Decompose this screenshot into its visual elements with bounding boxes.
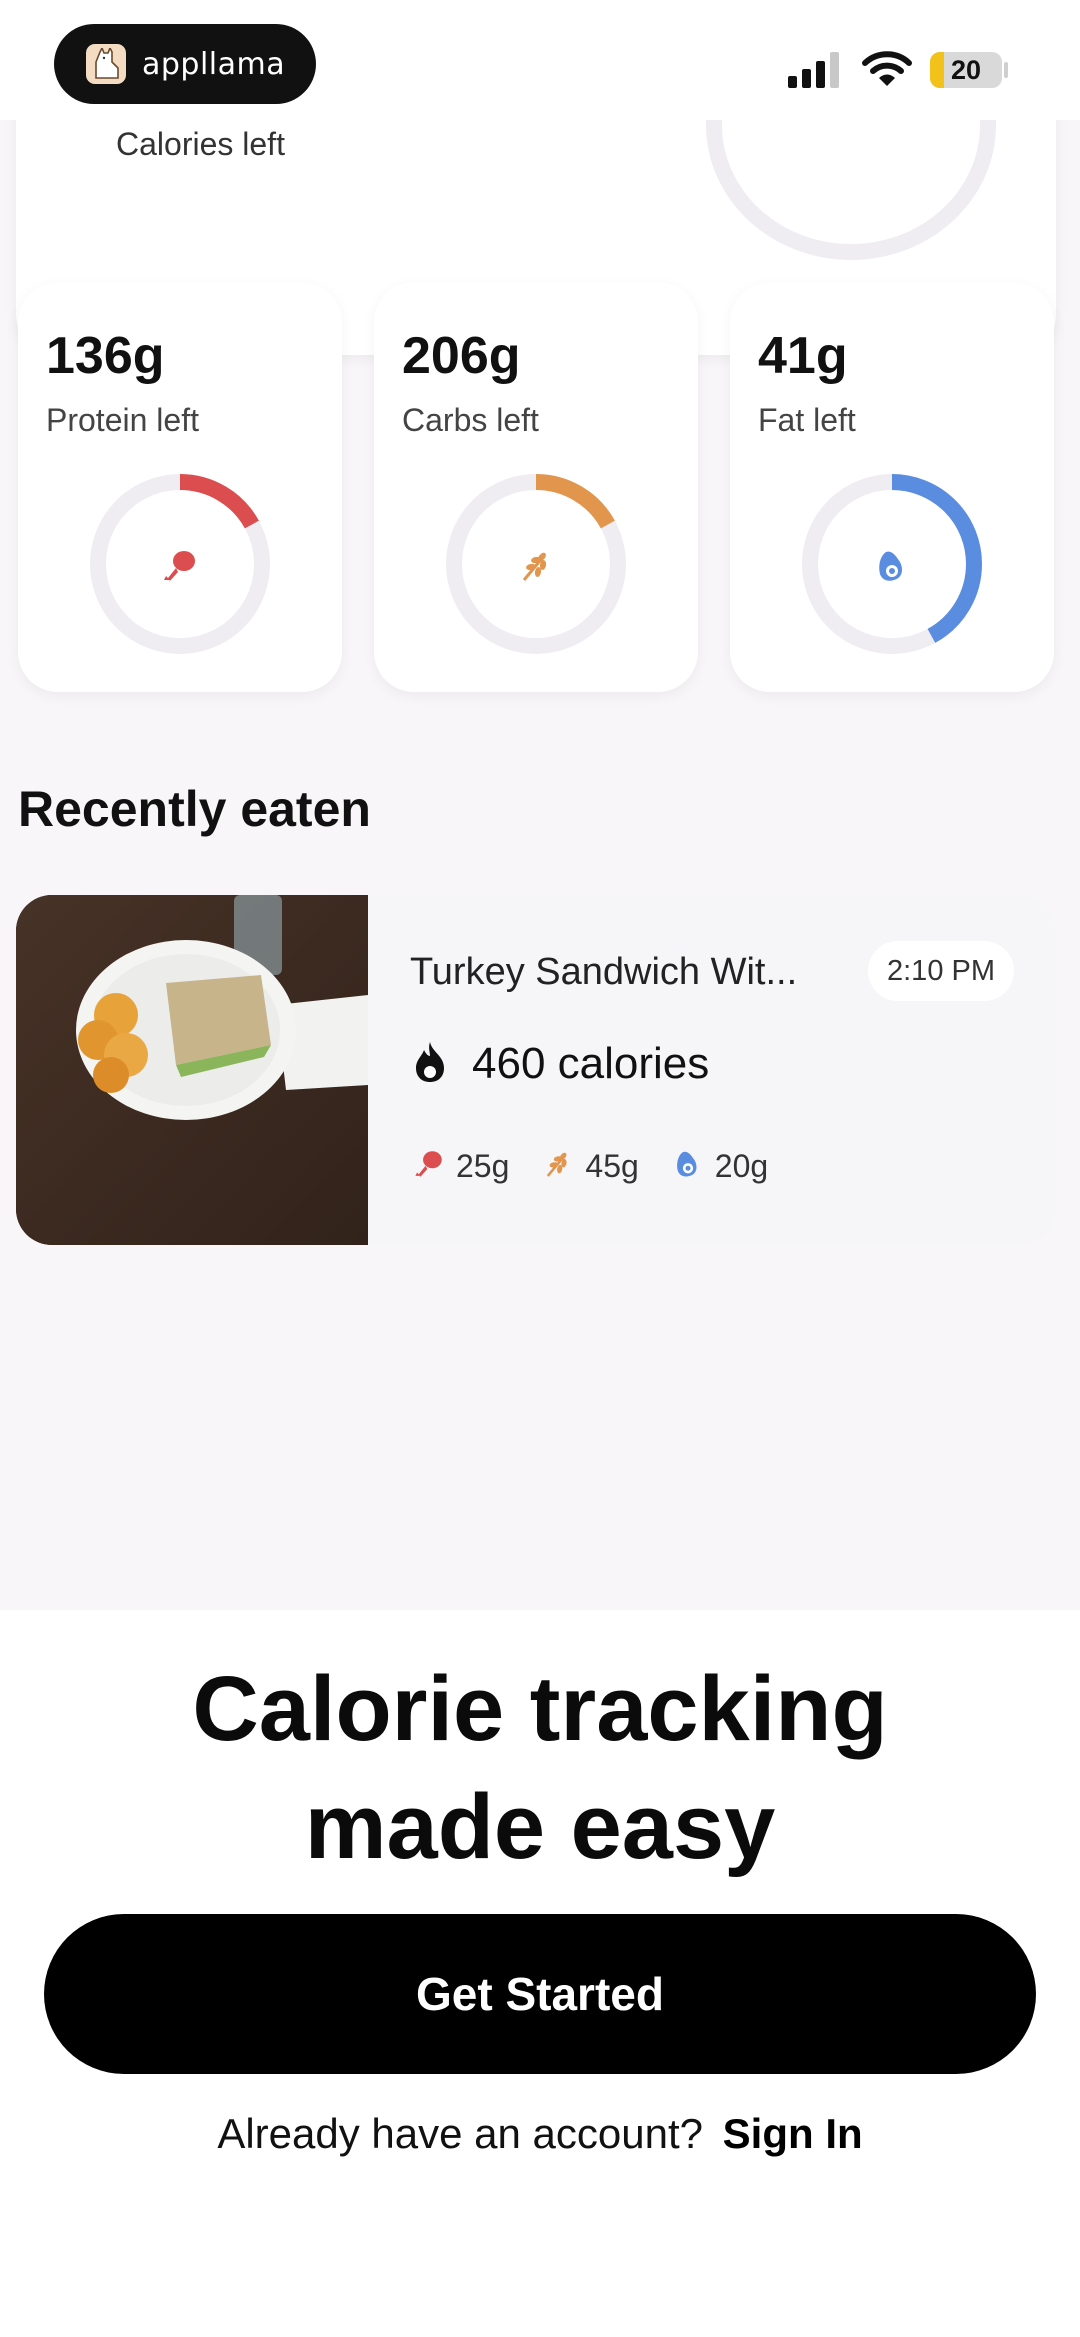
sign-in-link[interactable]: Sign In — [723, 2110, 863, 2157]
calorie-ring — [706, 120, 996, 260]
get-started-button[interactable]: Get Started — [44, 1914, 1036, 2074]
food-carbs: 45g — [541, 1147, 639, 1186]
battery-cap — [1004, 62, 1008, 78]
calories-row: 460 calories — [410, 1039, 709, 1089]
carbs-label: Carbs left — [402, 402, 539, 438]
headline: Calorie tracking made easy — [0, 1650, 1080, 1886]
food-protein: 25g — [412, 1147, 509, 1186]
app-preview: Calories left EN 136g Protein left — [0, 120, 1080, 1610]
fat-value: 41g — [758, 327, 848, 385]
food-photo — [16, 895, 368, 1245]
drumstick-icon — [412, 1147, 446, 1186]
calories-left-label: Calories left — [116, 126, 285, 162]
food-name: Turkey Sandwich Wit... — [410, 951, 798, 993]
food-carbs-value: 45g — [585, 1148, 639, 1184]
battery-level: 20 — [950, 54, 982, 85]
headline-line-1: Calorie tracking — [192, 1658, 888, 1760]
protein-label: Protein left — [46, 402, 199, 438]
fat-card: 41g Fat left — [730, 282, 1054, 692]
brand-name: appllama — [142, 46, 286, 82]
status-bar: appllama 20 — [0, 0, 1080, 120]
signal-icon — [788, 52, 839, 88]
calories-value: 460 calories — [472, 1039, 710, 1088]
fat-label: Fat left — [758, 402, 856, 438]
llama-logo-icon — [86, 44, 126, 84]
wheat-icon — [510, 540, 562, 592]
flame-icon — [410, 1040, 450, 1089]
avocado-icon — [866, 540, 918, 592]
brand-pill: appllama — [54, 24, 316, 104]
protein-card: 136g Protein left — [18, 282, 342, 692]
food-protein-value: 25g — [456, 1148, 510, 1184]
recently-eaten-title: Recently eaten — [18, 781, 371, 837]
protein-value: 136g — [46, 327, 165, 385]
signin-row: Already have an account? Sign In — [0, 2110, 1080, 2158]
battery-icon: 20 — [930, 52, 1002, 88]
food-entry-card[interactable]: Turkey Sandwich Wit... 2:10 PM 460 calor… — [16, 895, 1056, 1245]
drumstick-icon — [154, 540, 206, 592]
carbs-value: 206g — [402, 327, 521, 385]
signin-prompt: Already have an account? — [217, 2110, 703, 2157]
food-fat-value: 20g — [714, 1148, 769, 1184]
carbs-card: 206g Carbs left — [374, 282, 698, 692]
wifi-icon — [862, 51, 912, 86]
food-macros-row: 25g 45g 20g — [412, 1147, 800, 1186]
headline-line-2: made easy — [304, 1776, 776, 1878]
time-badge: 2:10 PM — [868, 941, 1014, 1001]
avocado-icon — [671, 1147, 705, 1186]
food-fat: 20g — [671, 1147, 768, 1186]
wheat-icon — [541, 1147, 575, 1186]
